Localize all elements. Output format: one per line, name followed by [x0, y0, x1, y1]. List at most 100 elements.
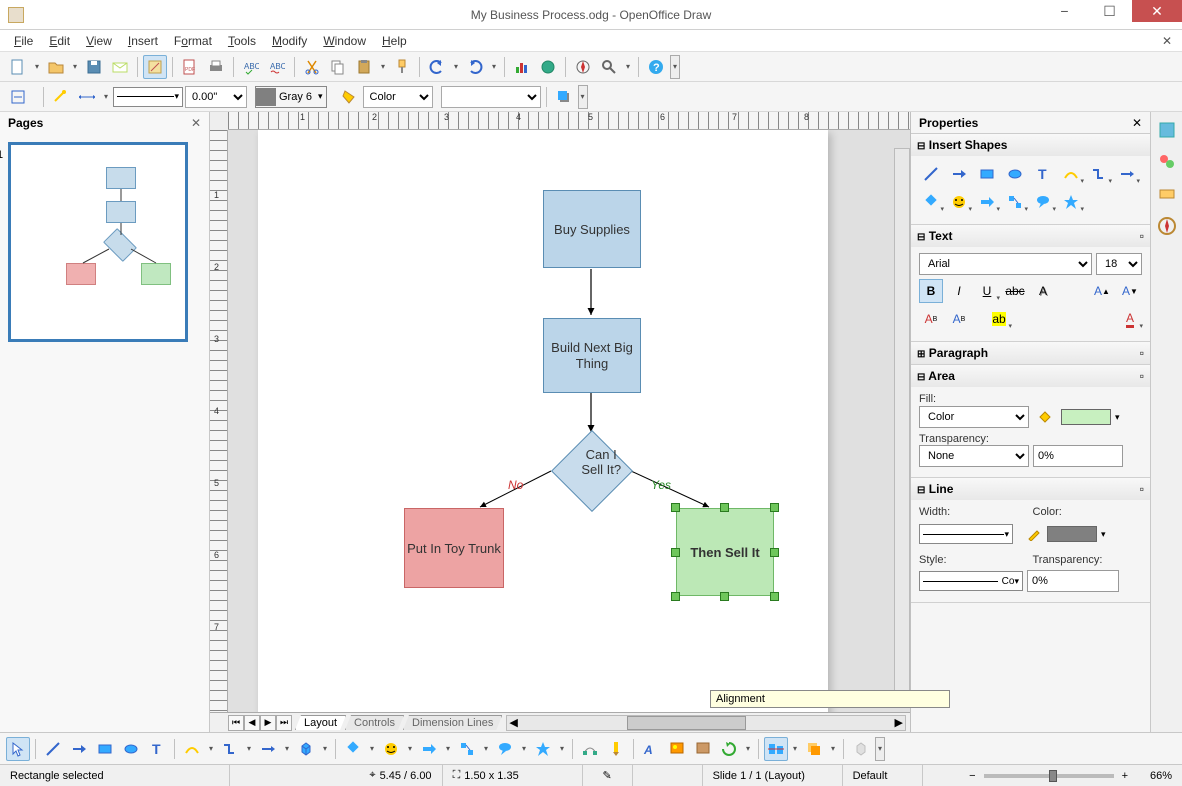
- edit-mode-button[interactable]: [143, 55, 167, 79]
- section-text[interactable]: Text: [929, 229, 953, 243]
- section-line-more-icon[interactable]: ▫: [1140, 482, 1144, 496]
- rail-properties[interactable]: [1155, 118, 1179, 142]
- zoom-out-button[interactable]: −: [969, 770, 975, 782]
- line-color-swatch[interactable]: [1047, 526, 1097, 542]
- vertical-ruler[interactable]: 1 2 3 4 5 6 7: [210, 130, 228, 712]
- font-size-select[interactable]: 18: [1096, 253, 1142, 275]
- fill-color-select[interactable]: [441, 86, 541, 108]
- font-color-button[interactable]: A▾: [1118, 307, 1142, 331]
- section-line[interactable]: Line: [929, 482, 954, 496]
- tab-controls[interactable]: Controls: [345, 715, 404, 730]
- font-select[interactable]: Arial: [919, 253, 1092, 275]
- menu-format[interactable]: Format: [166, 32, 220, 50]
- menu-modify[interactable]: Modify: [264, 32, 315, 50]
- tab-next-button[interactable]: ▶: [260, 715, 276, 731]
- line-width-select[interactable]: 0.00": [185, 86, 247, 108]
- save-button[interactable]: [82, 55, 106, 79]
- shape-flowchart[interactable]: ▾: [1003, 190, 1027, 214]
- paste-dropdown[interactable]: ▾: [378, 55, 388, 79]
- section-area-more-icon[interactable]: ▫: [1140, 369, 1144, 383]
- print-button[interactable]: [204, 55, 228, 79]
- flow-box-then-sell[interactable]: Then Sell It: [676, 508, 774, 596]
- export-pdf-button[interactable]: PDF: [178, 55, 202, 79]
- tab-prev-button[interactable]: ◀: [244, 715, 260, 731]
- underline-button[interactable]: U▾: [975, 279, 999, 303]
- shape-stars[interactable]: ▾: [1059, 190, 1083, 214]
- zoom-slider[interactable]: [984, 774, 1114, 778]
- shape-lines-arrows[interactable]: ▾: [1115, 162, 1139, 186]
- shape-basic[interactable]: ▾: [919, 190, 943, 214]
- pages-close-icon[interactable]: ✕: [191, 116, 201, 130]
- flow-box-buy-supplies[interactable]: Buy Supplies: [543, 190, 641, 268]
- fill-mode-select[interactable]: Color: [363, 86, 433, 108]
- bucket-icon[interactable]: [1033, 405, 1057, 429]
- section-insert-shapes[interactable]: Insert Shapes: [929, 138, 1008, 152]
- shape-ellipse[interactable]: [1003, 162, 1027, 186]
- shape-connector[interactable]: ▾: [1087, 162, 1111, 186]
- shape-arrow[interactable]: [947, 162, 971, 186]
- spellcheck-button[interactable]: ABC: [239, 55, 263, 79]
- section-text-more-icon[interactable]: ▫: [1140, 229, 1144, 243]
- new-dropdown[interactable]: ▾: [32, 55, 42, 79]
- italic-button[interactable]: I: [947, 279, 971, 303]
- line-endpoint-button[interactable]: [49, 85, 73, 109]
- drawing-canvas[interactable]: Buy Supplies Build Next Big Thing Can I …: [228, 130, 910, 712]
- line-width-box[interactable]: ▾: [919, 524, 1013, 544]
- shape-symbol[interactable]: ▾: [947, 190, 971, 214]
- properties-close-icon[interactable]: ✕: [1132, 116, 1142, 130]
- new-button[interactable]: [6, 55, 30, 79]
- flow-box-toy-trunk[interactable]: Put In Toy Trunk: [404, 508, 504, 588]
- copy-button[interactable]: [326, 55, 350, 79]
- transparency-value[interactable]: [1033, 445, 1123, 467]
- menu-help[interactable]: Help: [374, 32, 415, 50]
- rail-navigator[interactable]: [1155, 214, 1179, 238]
- status-pagestyle[interactable]: Default: [843, 765, 923, 786]
- tab-last-button[interactable]: ⏭: [276, 715, 292, 731]
- email-button[interactable]: [108, 55, 132, 79]
- page-thumbnail[interactable]: 1: [8, 142, 188, 342]
- redo-dropdown[interactable]: ▾: [489, 55, 499, 79]
- superscript-button[interactable]: AB: [919, 307, 943, 331]
- shape-block-arrows[interactable]: ▾: [975, 190, 999, 214]
- document-close-icon[interactable]: ✕: [1162, 34, 1172, 48]
- rail-styles[interactable]: [1155, 182, 1179, 206]
- line-transp-value[interactable]: [1027, 570, 1119, 592]
- redo-button[interactable]: [463, 55, 487, 79]
- increase-font-button[interactable]: A▲: [1090, 279, 1114, 303]
- cut-button[interactable]: [300, 55, 324, 79]
- line-style-select[interactable]: ▾: [113, 87, 183, 107]
- toolbar2-overflow[interactable]: ▾: [578, 85, 588, 109]
- menu-tools[interactable]: Tools: [220, 32, 264, 50]
- section-paragraph[interactable]: Paragraph: [929, 346, 988, 360]
- shadow-text-button[interactable]: A: [1031, 279, 1055, 303]
- vertical-scrollbar[interactable]: [894, 148, 910, 692]
- close-button[interactable]: ✕: [1132, 0, 1182, 22]
- bold-button[interactable]: B: [919, 279, 943, 303]
- fill-mode-select-prop[interactable]: Color: [919, 406, 1029, 428]
- tab-first-button[interactable]: ⏮: [228, 715, 244, 731]
- shape-callouts[interactable]: ▾: [1031, 190, 1055, 214]
- zoom-percentage[interactable]: 66%: [1128, 770, 1172, 782]
- horizontal-scrollbar[interactable]: ◀▶: [506, 715, 906, 731]
- hyperlink-button[interactable]: [536, 55, 560, 79]
- undo-button[interactable]: [425, 55, 449, 79]
- maximize-button[interactable]: ☐: [1087, 0, 1132, 22]
- paste-button[interactable]: [352, 55, 376, 79]
- line-style-box[interactable]: Co▾: [919, 571, 1023, 591]
- autospell-button[interactable]: ABC: [265, 55, 289, 79]
- zoom-button[interactable]: [597, 55, 621, 79]
- flow-box-build[interactable]: Build Next Big Thing: [543, 318, 641, 393]
- subscript-button[interactable]: AB: [947, 307, 971, 331]
- shape-curve[interactable]: ▾: [1059, 162, 1083, 186]
- area-fill-button[interactable]: [337, 85, 361, 109]
- minimize-button[interactable]: −: [1042, 0, 1087, 22]
- arrow-ends-dropdown[interactable]: ▾: [101, 85, 111, 109]
- section-paragraph-more-icon[interactable]: ▫: [1140, 346, 1144, 360]
- open-button[interactable]: [44, 55, 68, 79]
- flow-diamond-decision[interactable]: Can I Sell It?: [551, 430, 633, 512]
- help-button[interactable]: ?: [644, 55, 668, 79]
- menu-window[interactable]: Window: [315, 32, 374, 50]
- menu-insert[interactable]: Insert: [120, 32, 166, 50]
- navigator-button[interactable]: [571, 55, 595, 79]
- arrow-style-button[interactable]: [6, 85, 30, 109]
